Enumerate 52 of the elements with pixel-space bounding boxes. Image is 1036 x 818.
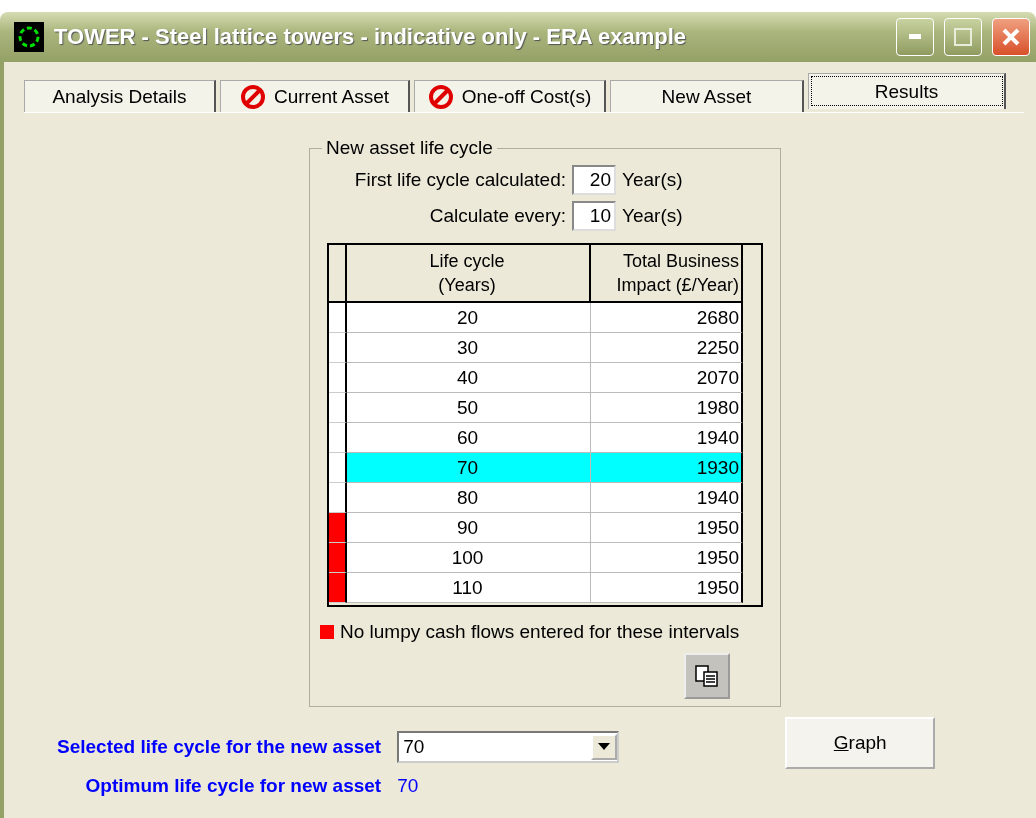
table-cell: 2250 xyxy=(591,333,743,363)
table-cell: 20 xyxy=(347,303,591,333)
table-cell: 1950 xyxy=(591,573,743,603)
input-field[interactable]: 10 xyxy=(572,201,616,231)
minimize-button[interactable] xyxy=(896,18,934,56)
caret-icon xyxy=(598,743,611,751)
tab[interactable]: One-off Cost(s) xyxy=(414,80,606,112)
legend-swatch xyxy=(320,625,334,639)
unit-label: Year(s) xyxy=(622,205,683,227)
unit-label: Year(s) xyxy=(622,169,683,191)
tab[interactable]: Current Asset xyxy=(220,80,410,112)
table-cell: 90 xyxy=(347,513,591,543)
optimum-value: 70 xyxy=(397,775,420,797)
tab[interactable]: Analysis Details xyxy=(24,80,216,112)
tab[interactable]: Results xyxy=(808,73,1006,109)
table-cell: 1950 xyxy=(591,543,743,573)
copy-icon xyxy=(694,664,720,688)
minimize-icon xyxy=(909,34,921,40)
close-button[interactable] xyxy=(992,18,1030,56)
copy-button[interactable] xyxy=(684,653,730,699)
table-cell: 1940 xyxy=(591,483,743,513)
table-cell: 70 xyxy=(347,453,591,483)
prohibited-icon xyxy=(239,83,266,110)
app-icon xyxy=(14,22,44,52)
window-title: TOWER - Steel lattice towers - indicative only - ERA example xyxy=(54,24,688,50)
field-label: Optimum life cycle for new asset xyxy=(84,775,382,797)
table-cell: 1950 xyxy=(591,513,743,543)
table-cell: 50 xyxy=(347,393,591,423)
table-cell: 80 xyxy=(347,483,591,513)
table-cell: 60 xyxy=(347,423,591,453)
legend-text: No lumpy cash flows entered for these intervals xyxy=(340,621,740,643)
table-cell: 40 xyxy=(347,363,591,393)
table-cell: 1940 xyxy=(591,423,743,453)
life-cycle-dropdown[interactable]: 70 xyxy=(397,731,620,763)
table-cell: 1980 xyxy=(591,393,743,423)
input-field[interactable]: 20 xyxy=(572,165,616,195)
field-label: Calculate every: xyxy=(428,205,566,227)
table-cell: 100 xyxy=(347,543,591,573)
group-title: New asset life cycle xyxy=(325,137,494,159)
maximize-icon xyxy=(954,28,972,46)
field-label: First life cycle calculated: xyxy=(353,169,566,191)
field-label: Selected life cycle for the new asset xyxy=(57,736,382,758)
table-cell: 2680 xyxy=(591,303,743,333)
graph-button[interactable]: Graph xyxy=(785,717,936,769)
table-cell: 110 xyxy=(347,573,591,603)
maximize-button[interactable] xyxy=(944,18,982,56)
table-cell: 2070 xyxy=(591,363,743,393)
prohibited-icon xyxy=(427,83,454,110)
table-cell: 1930 xyxy=(591,453,743,483)
tab[interactable]: New Asset xyxy=(610,80,804,112)
close-icon xyxy=(1001,27,1021,47)
table-cell: 30 xyxy=(347,333,591,363)
